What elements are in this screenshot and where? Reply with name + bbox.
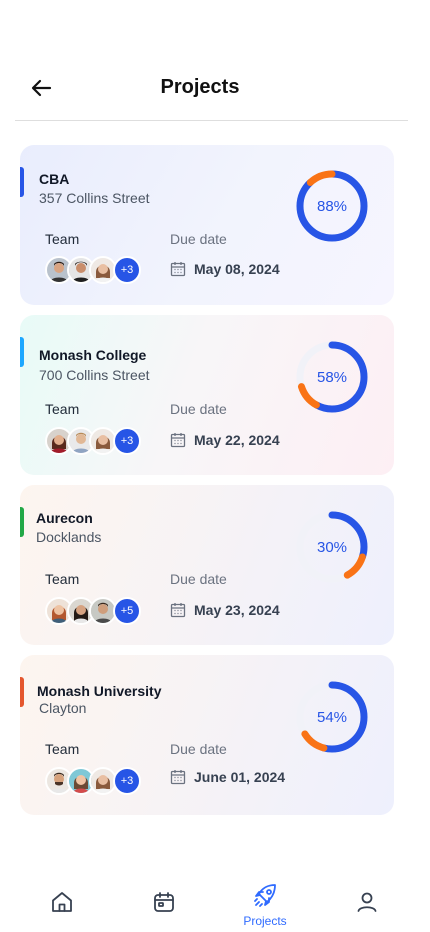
tab-projects[interactable]: Projects: [225, 860, 305, 932]
accent-bar: [20, 677, 24, 707]
accent-bar: [20, 507, 24, 537]
rocket-icon: [254, 884, 276, 907]
calendar-icon: [170, 262, 186, 277]
progress-percent: 88%: [316, 197, 348, 215]
tab-profile[interactable]: [327, 860, 407, 932]
project-name: Aurecon: [36, 510, 93, 526]
due-date: May 08, 2024: [170, 261, 280, 277]
page-title: Projects: [160, 76, 240, 98]
calendar-icon: [170, 603, 186, 618]
progress-ring: 88%: [292, 166, 372, 246]
progress-percent: 54%: [316, 708, 348, 726]
project-address: Docklands: [36, 529, 102, 545]
accent-bar: [20, 337, 24, 367]
project-address: Clayton: [39, 700, 87, 716]
tab-projects-label: Projects: [243, 914, 287, 928]
due-date-value: May 08, 2024: [194, 261, 280, 277]
project-address: 357 Collins Street: [39, 190, 150, 206]
due-date: May 23, 2024: [170, 602, 280, 618]
team-label: Team: [45, 571, 80, 587]
due-date-label: Due date: [170, 571, 227, 587]
tab-calendar[interactable]: [124, 860, 204, 932]
team-label: Team: [45, 401, 80, 417]
calendar-icon: [170, 770, 186, 785]
accent-bar: [20, 167, 24, 197]
progress-ring: 30%: [292, 507, 372, 587]
project-name: CBA: [39, 171, 70, 187]
project-card[interactable]: CBA 357 Collins Street Team Due date +3 …: [20, 145, 394, 305]
due-date-value: May 22, 2024: [194, 432, 280, 448]
project-name: Monash College: [39, 347, 147, 363]
user-icon: [357, 892, 377, 912]
team-label: Team: [45, 231, 80, 247]
due-date: June 01, 2024: [170, 769, 285, 785]
team-avatars[interactable]: +3: [45, 256, 155, 284]
due-date-value: June 01, 2024: [194, 769, 286, 785]
team-avatars[interactable]: +3: [45, 427, 155, 455]
progress-ring: 58%: [292, 337, 372, 417]
more-members-badge: +3: [113, 427, 141, 455]
due-date-value: May 23, 2024: [194, 602, 280, 618]
calendar-icon: [170, 433, 186, 448]
progress-percent: 58%: [316, 368, 348, 386]
calendar-icon: [154, 892, 174, 912]
tab-home[interactable]: [22, 860, 102, 932]
due-date: May 22, 2024: [170, 432, 280, 448]
project-name: Monash University: [37, 683, 162, 699]
project-card[interactable]: Monash College 700 Collins Street Team D…: [20, 315, 394, 475]
progress-percent: 30%: [316, 538, 348, 556]
due-date-label: Due date: [170, 741, 227, 757]
project-card[interactable]: Monash University Clayton Team Due date …: [20, 655, 394, 815]
team-avatars[interactable]: +5: [45, 597, 155, 625]
bottom-tab-bar: Projects: [0, 860, 430, 932]
team-avatars[interactable]: +3: [45, 767, 155, 795]
progress-ring: 54%: [292, 677, 372, 757]
project-card[interactable]: Aurecon Docklands Team Due date +5 May 2…: [20, 485, 394, 645]
due-date-label: Due date: [170, 401, 227, 417]
more-members-badge: +3: [113, 256, 141, 284]
header: Projects: [0, 0, 430, 121]
due-date-label: Due date: [170, 231, 227, 247]
project-address: 700 Collins Street: [39, 367, 150, 383]
more-members-badge: +3: [113, 767, 141, 795]
more-members-badge: +5: [113, 597, 141, 625]
home-icon: [52, 892, 72, 912]
team-label: Team: [45, 741, 80, 757]
header-divider: [15, 120, 408, 121]
